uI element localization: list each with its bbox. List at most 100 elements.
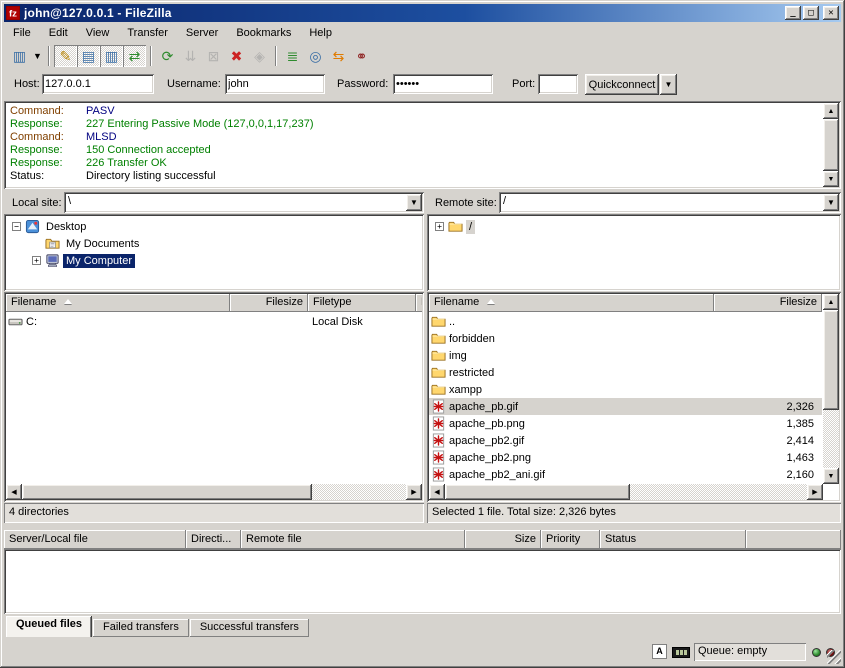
queue-column-priority[interactable]: Priority xyxy=(541,530,600,549)
close-button[interactable]: ✕ xyxy=(823,6,839,20)
toggle-message-log-icon: ✎ xyxy=(60,48,72,65)
sort-asc-icon xyxy=(64,299,72,304)
queue-column-status[interactable]: Status xyxy=(600,530,746,549)
remote-hscrollbar[interactable]: ◀ ▶ xyxy=(429,484,823,500)
tab-queued-files[interactable]: Queued files xyxy=(6,616,92,637)
process-queue-button[interactable]: ⇊ xyxy=(179,45,202,67)
remote-vscrollbar[interactable]: ▲ ▼ xyxy=(823,294,839,484)
queue-column-serverlocalfile[interactable]: Server/Local file xyxy=(4,530,186,549)
toggle-local-tree-button[interactable]: ▤ xyxy=(77,45,100,67)
host-input[interactable] xyxy=(42,74,154,94)
username-input[interactable] xyxy=(225,74,325,94)
scroll-right-icon[interactable]: ▶ xyxy=(406,484,422,500)
file-row[interactable]: xampp xyxy=(429,381,822,398)
synchronized-browsing-button[interactable]: ⇆ xyxy=(327,45,350,67)
log-line: Command:MLSD xyxy=(10,131,839,144)
synchronized-browsing-icon: ⇆ xyxy=(333,48,345,65)
remote-hscroll-thumb[interactable] xyxy=(445,484,630,500)
local-site-dropdown-button[interactable]: ▼ xyxy=(406,194,422,211)
reconnect-button[interactable]: ◈ xyxy=(248,45,271,67)
file-row[interactable]: apache_pb.png1,385 xyxy=(429,415,822,432)
column-header-filename[interactable]: Filename xyxy=(6,294,230,312)
site-manager-button[interactable]: ▥ xyxy=(8,45,31,67)
tree-item[interactable]: My Documents xyxy=(6,235,422,252)
directory-comparison-button[interactable]: ◎ xyxy=(304,45,327,67)
resize-grip-icon[interactable] xyxy=(827,650,841,664)
collapse-minus-icon[interactable]: − xyxy=(12,222,21,231)
log-scroll-thumb[interactable] xyxy=(823,119,839,171)
tree-item[interactable]: −Desktop xyxy=(6,218,422,235)
queue-status-text: Queue: empty xyxy=(694,643,806,661)
file-row[interactable]: restricted xyxy=(429,364,822,381)
file-row[interactable]: img xyxy=(429,347,822,364)
remote-site-dropdown-button[interactable]: ▼ xyxy=(823,194,839,211)
site-manager-dropdown[interactable]: ▼ xyxy=(31,45,44,67)
close-icon: ✕ xyxy=(828,8,833,18)
maximize-button[interactable]: □ xyxy=(803,6,819,20)
scroll-up-icon[interactable]: ▲ xyxy=(823,103,839,119)
folder-icon xyxy=(431,331,446,346)
find-files-button[interactable]: ⚭ xyxy=(350,45,373,67)
scroll-down-icon[interactable]: ▼ xyxy=(823,468,839,484)
file-row[interactable]: apache_pb2.png1,463 xyxy=(429,449,822,466)
column-header-filename[interactable]: Filename xyxy=(429,294,714,312)
menu-edit[interactable]: Edit xyxy=(40,25,77,41)
quickconnect-button[interactable]: Quickconnect xyxy=(585,74,659,95)
expand-plus-icon[interactable]: + xyxy=(435,222,444,231)
menu-transfer[interactable]: Transfer xyxy=(118,25,177,41)
local-site-combo[interactable]: \ ▼ xyxy=(64,192,424,213)
local-hscroll-thumb[interactable] xyxy=(22,484,312,500)
file-row[interactable]: .. xyxy=(429,313,822,330)
file-row[interactable]: forbidden xyxy=(429,330,822,347)
transfer-queue-panel xyxy=(4,549,841,614)
log-scrollbar[interactable]: ▲ ▼ xyxy=(823,103,839,187)
expand-plus-icon[interactable]: + xyxy=(32,256,41,265)
tab-successful-transfers[interactable]: Successful transfers xyxy=(190,619,309,637)
column-header-filesize[interactable]: Filesize xyxy=(714,294,822,312)
remote-directory-tree: +/ xyxy=(429,216,839,289)
filename-filters-button[interactable]: ≣ xyxy=(281,45,304,67)
file-row[interactable]: apache_pb2_ani.gif2,160 xyxy=(429,466,822,483)
column-header-filesize[interactable]: Filesize xyxy=(230,294,308,312)
queue-column-directi[interactable]: Directi... xyxy=(186,530,241,549)
scroll-left-icon[interactable]: ◀ xyxy=(6,484,22,500)
local-site-path: \ xyxy=(68,195,71,207)
scroll-right-icon[interactable]: ▶ xyxy=(807,484,823,500)
port-input[interactable] xyxy=(538,74,578,94)
file-row[interactable]: C:Local Disk xyxy=(6,313,422,330)
quickconnect-dropdown-button[interactable]: ▼ xyxy=(660,74,677,95)
menu-bookmarks[interactable]: Bookmarks xyxy=(227,25,300,41)
remote-site-combo[interactable]: / ▼ xyxy=(499,192,841,213)
tree-item[interactable]: +/ xyxy=(429,218,839,235)
password-input[interactable] xyxy=(393,74,493,94)
column-header-filetype[interactable]: Filetype xyxy=(308,294,416,312)
menu-file[interactable]: File xyxy=(4,25,40,41)
refresh-button[interactable]: ⟳ xyxy=(156,45,179,67)
file-name-label: apache_pb.png xyxy=(449,418,525,430)
tree-item[interactable]: +My Computer xyxy=(6,252,422,269)
log-line: Response:227 Entering Passive Mode (127,… xyxy=(10,118,839,131)
documents-icon xyxy=(45,236,60,251)
file-row[interactable]: apache_pb.gif2,326 xyxy=(429,398,822,415)
remote-vscroll-thumb[interactable] xyxy=(823,310,839,410)
minimize-button[interactable]: _ xyxy=(785,6,801,20)
cancel-operation-button[interactable]: ⊠ xyxy=(202,45,225,67)
scroll-up-icon[interactable]: ▲ xyxy=(823,294,839,310)
queue-column-remotefile[interactable]: Remote file xyxy=(241,530,465,549)
tab-failed-transfers[interactable]: Failed transfers xyxy=(93,619,189,637)
scroll-left-icon[interactable]: ◀ xyxy=(429,484,445,500)
queue-column-size[interactable]: Size xyxy=(465,530,541,549)
toggle-remote-tree-button[interactable]: ▥ xyxy=(100,45,123,67)
file-row[interactable]: apache_pb2.gif2,414 xyxy=(429,432,822,449)
disconnect-button[interactable]: ✖ xyxy=(225,45,248,67)
column-header-l[interactable]: L xyxy=(416,294,422,312)
toggle-transfer-queue-button[interactable]: ⇄ xyxy=(123,45,146,67)
menu-server[interactable]: Server xyxy=(177,25,227,41)
menu-help[interactable]: Help xyxy=(300,25,341,41)
file-name-label: xampp xyxy=(449,384,482,396)
toggle-message-log-button[interactable]: ✎ xyxy=(54,45,77,67)
menu-view[interactable]: View xyxy=(77,25,119,41)
speed-limits-icon[interactable] xyxy=(672,647,690,658)
local-hscrollbar[interactable]: ◀ ▶ xyxy=(6,484,422,500)
scroll-down-icon[interactable]: ▼ xyxy=(823,171,839,187)
